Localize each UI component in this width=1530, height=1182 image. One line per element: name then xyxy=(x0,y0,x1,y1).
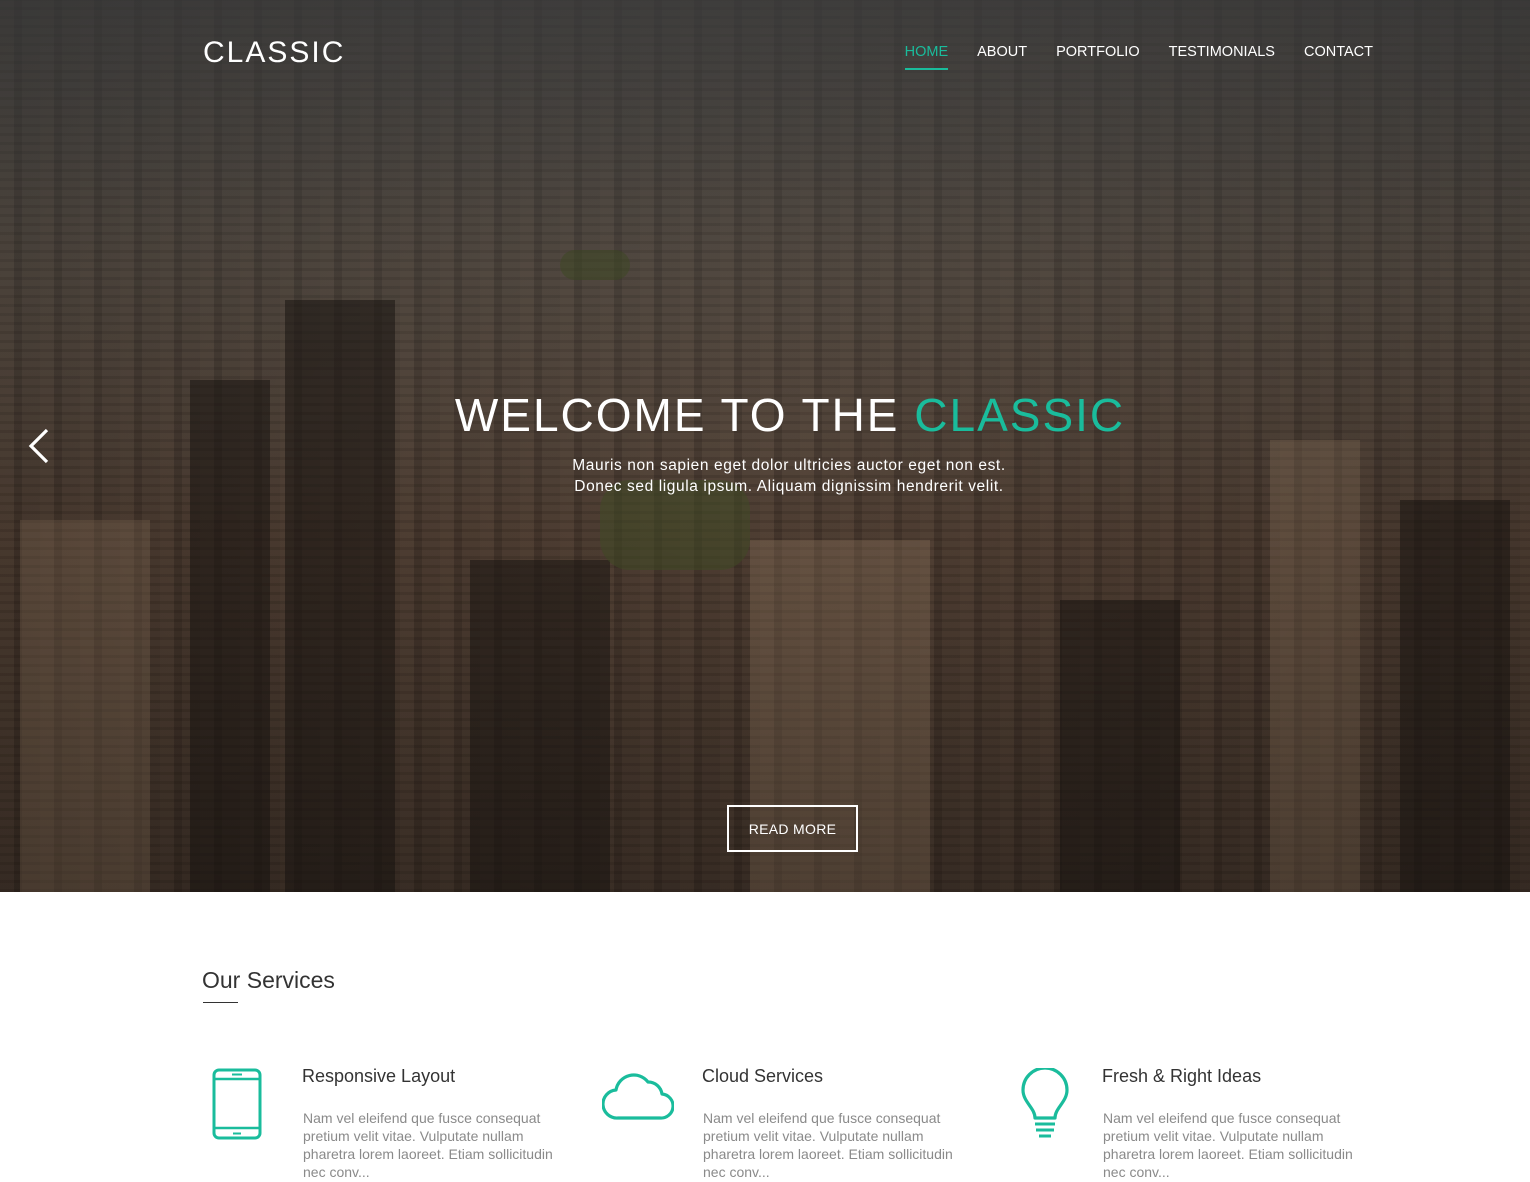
hero-subtitle-line: Mauris non sapien eget dolor ultricies a… xyxy=(572,457,1006,474)
nav-item-portfolio[interactable]: PORTFOLIO xyxy=(1056,44,1140,68)
nav-item-contact[interactable]: CONTACT xyxy=(1304,44,1373,68)
service-description: Nam vel eleifend que fusce consequat pre… xyxy=(1103,1110,1353,1180)
service-title: Cloud Services xyxy=(702,1066,824,1086)
service-item-responsive: Responsive Layout Nam vel eleifend que f… xyxy=(202,1062,582,1182)
hero-title-accent: CLASSIC xyxy=(914,389,1126,441)
tablet-icon xyxy=(212,1068,262,1145)
site-logo[interactable]: CLASSIC xyxy=(203,36,345,70)
service-title: Responsive Layout xyxy=(302,1066,456,1086)
cloud-icon xyxy=(601,1068,675,1127)
hero-title: WELCOME TO THE CLASSIC xyxy=(0,388,1530,442)
services-heading-underline xyxy=(203,1002,238,1003)
read-more-button[interactable]: READ MORE xyxy=(727,805,858,852)
nav-item-home[interactable]: HOME xyxy=(904,44,948,70)
nav-item-about[interactable]: ABOUT xyxy=(977,44,1027,68)
service-item-cloud: Cloud Services Nam vel eleifend que fusc… xyxy=(601,1062,982,1182)
service-title: Fresh & Right Ideas xyxy=(1102,1066,1262,1086)
hero-slider: CLASSIC HOME ABOUT PORTFOLIO TESTIMONIAL… xyxy=(0,0,1530,892)
hero-title-prefix: WELCOME TO THE xyxy=(454,389,915,441)
hero-subtitle: Mauris non sapien eget dolor ultricies a… xyxy=(0,455,1530,497)
hero-subtitle-line: Donec sed ligula ipsum. Aliquam dignissi… xyxy=(574,478,1004,495)
hero-overlay xyxy=(0,0,1530,892)
services-heading: Our Services xyxy=(202,967,335,993)
service-description: Nam vel eleifend que fusce consequat pre… xyxy=(303,1110,553,1180)
main-nav: HOME ABOUT PORTFOLIO TESTIMONIALS CONTAC… xyxy=(876,44,1373,70)
service-item-ideas: Fresh & Right Ideas Nam vel eleifend que… xyxy=(1002,1062,1382,1182)
nav-item-testimonials[interactable]: TESTIMONIALS xyxy=(1169,44,1275,68)
lightbulb-icon xyxy=(1019,1066,1071,1145)
service-description: Nam vel eleifend que fusce consequat pre… xyxy=(703,1110,953,1180)
